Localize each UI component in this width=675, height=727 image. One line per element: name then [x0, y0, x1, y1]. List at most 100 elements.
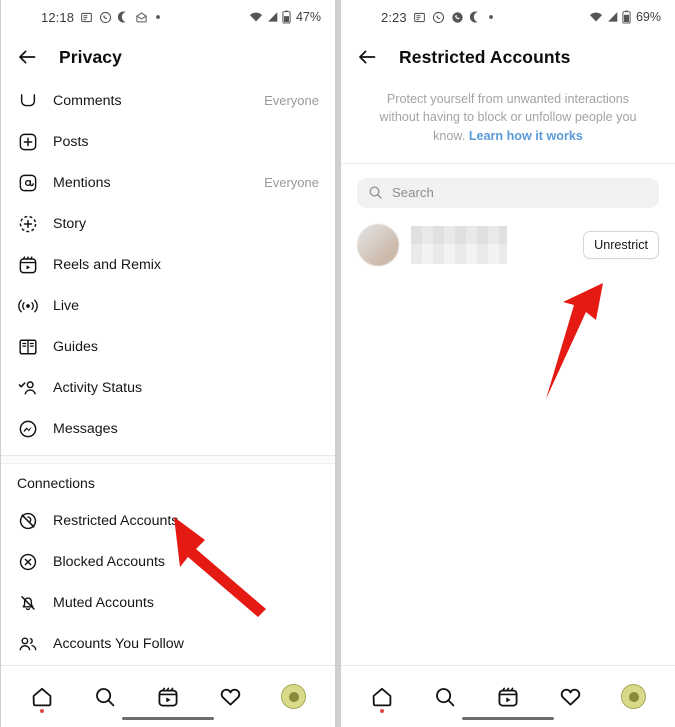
status-bar-left-cluster: 12:18: [41, 10, 162, 25]
sidebar-item-guides[interactable]: Guides: [1, 326, 335, 367]
sidebar-item-muted-accounts[interactable]: Muted Accounts: [1, 582, 335, 623]
people-follow-icon: [17, 633, 39, 655]
status-bar-left-cluster: 2:23: [381, 10, 495, 25]
restricted-account-row[interactable]: Unrestrict: [341, 218, 675, 272]
nav-home-button[interactable]: [362, 679, 402, 715]
sidebar-item-label: Guides: [53, 338, 98, 355]
sidebar-item-accounts-you-follow[interactable]: Accounts You Follow: [1, 623, 335, 664]
whatsapp-icon: [99, 11, 112, 24]
back-arrow-icon[interactable]: [355, 44, 381, 70]
nav-reels-button[interactable]: [148, 679, 188, 715]
reels-icon: [17, 254, 39, 276]
story-plus-icon: [17, 213, 39, 235]
muted-bell-icon: [17, 592, 39, 614]
gesture-home-bar: [462, 716, 554, 720]
dot-icon: [154, 13, 162, 21]
sidebar-item-label: Blocked Accounts: [53, 553, 165, 570]
signal-icon: [266, 11, 279, 23]
sidebar-item-label: Mentions: [53, 174, 111, 191]
status-bar-right-cluster: 69%: [589, 10, 661, 24]
sidebar-item-live[interactable]: Live: [1, 285, 335, 326]
status-time: 2:23: [381, 9, 407, 25]
search-bar[interactable]: [357, 177, 659, 208]
sidebar-item-comments[interactable]: Comments Everyone: [1, 80, 335, 121]
right-phone-screen: 2:23 69% Restricted Accounts Protect you…: [341, 0, 675, 727]
sidebar-item-reels-and-remix[interactable]: Reels and Remix: [1, 244, 335, 285]
dot-icon: [487, 13, 495, 21]
sidebar-item-label: Restricted Accounts: [53, 512, 179, 529]
nav-activity-heart-button[interactable]: [211, 679, 251, 715]
sidebar-item-label: Live: [53, 297, 80, 314]
sidebar-item-label: Muted Accounts: [53, 594, 154, 611]
whatsapp-icon: [432, 11, 445, 24]
sidebar-item-mentions[interactable]: Mentions Everyone: [1, 162, 335, 203]
battery-icon: [622, 10, 631, 24]
two-phone-screenshot-composite: 12:18 47% Privacy Comments Everyone Post…: [0, 0, 675, 727]
news-icon: [413, 11, 426, 24]
wifi-icon: [249, 11, 263, 23]
right-status-bar: 2:23 69%: [341, 0, 675, 34]
home-notification-dot: [380, 708, 385, 713]
nav-reels-button[interactable]: [488, 679, 528, 715]
plus-square-icon: [17, 131, 39, 153]
search-icon: [368, 185, 383, 200]
at-mention-icon: [17, 172, 39, 194]
avatar: [357, 223, 399, 266]
profile-avatar-icon: [621, 684, 647, 709]
sidebar-item-activity-status[interactable]: Activity Status: [1, 367, 335, 408]
news-icon: [80, 11, 93, 24]
unrestrict-button[interactable]: Unrestrict: [583, 230, 659, 259]
activity-status-icon: [17, 377, 39, 399]
section-header-connections: Connections: [17, 475, 95, 491]
left-phone-screen: 12:18 47% Privacy Comments Everyone Post…: [1, 0, 335, 727]
restricted-icon: [17, 510, 39, 532]
moon-icon: [469, 11, 481, 23]
sidebar-item-label: Messages: [53, 420, 118, 437]
learn-how-it-works-link[interactable]: Learn how it works: [469, 129, 583, 143]
sidebar-item-story[interactable]: Story: [1, 203, 335, 244]
live-broadcast-icon: [17, 295, 39, 317]
nav-search-button[interactable]: [85, 679, 125, 715]
blocked-circle-x-icon: [17, 551, 39, 573]
sidebar-item-label: Comments: [53, 92, 122, 109]
messenger-icon: [17, 418, 39, 440]
restricted-accounts-list: Unrestrict: [341, 218, 675, 665]
nav-home-button[interactable]: [22, 679, 62, 715]
left-app-bar: Privacy: [1, 34, 335, 80]
profile-avatar-icon: [281, 684, 307, 709]
sidebar-item-messages[interactable]: Messages: [1, 408, 335, 449]
section-divider: [1, 455, 335, 464]
search-container: [341, 164, 675, 218]
left-status-bar: 12:18 47%: [1, 0, 335, 34]
privacy-settings-list: Comments Everyone Posts Mentions Everyon…: [1, 80, 335, 665]
moon-icon: [118, 11, 129, 23]
status-time: 12:18: [41, 9, 75, 25]
gesture-home-bar: [122, 716, 214, 720]
sidebar-item-label: Accounts You Follow: [53, 635, 184, 652]
right-app-bar: Restricted Accounts: [341, 34, 675, 80]
back-arrow-icon[interactable]: [15, 44, 41, 70]
left-bottom-navigation: [1, 665, 335, 727]
battery-percent: 69%: [635, 10, 661, 24]
restricted-accounts-description: Protect yourself from unwanted interacti…: [341, 80, 675, 164]
sidebar-item-blocked-accounts[interactable]: Blocked Accounts: [1, 541, 335, 582]
nav-search-button[interactable]: [425, 679, 465, 715]
wifi-icon: [589, 11, 603, 23]
battery-icon: [282, 10, 291, 24]
sidebar-item-value: Everyone: [264, 175, 319, 190]
home-notification-dot: [40, 708, 45, 713]
sidebar-item-label: Story: [53, 215, 87, 232]
nav-profile-button[interactable]: [274, 679, 314, 715]
right-bottom-navigation: [341, 665, 675, 727]
sidebar-item-label: Posts: [53, 133, 89, 150]
phone-circle-icon: [451, 11, 464, 24]
nav-profile-button[interactable]: [614, 679, 654, 715]
battery-percent: 47%: [295, 10, 321, 24]
sidebar-item-label: Activity Status: [53, 379, 143, 396]
sidebar-item-restricted-accounts[interactable]: Restricted Accounts: [1, 500, 335, 541]
nav-activity-heart-button[interactable]: [551, 679, 591, 715]
sidebar-item-label: Reels and Remix: [53, 256, 162, 273]
search-input[interactable]: [392, 185, 648, 201]
page-title: Restricted Accounts: [399, 46, 571, 67]
sidebar-item-posts[interactable]: Posts: [1, 121, 335, 162]
